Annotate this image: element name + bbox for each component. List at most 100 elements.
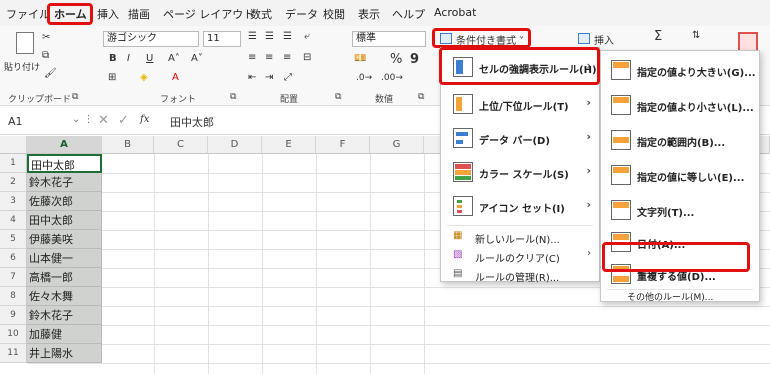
comma-button[interactable]: 9 [410,52,419,67]
row-header[interactable]: 10 [0,325,27,344]
cell[interactable]: 田中太郎 [27,211,102,230]
wrap-text-icon[interactable]: ⤶ [304,31,310,42]
bold-button[interactable]: B [109,53,117,64]
enter-icon[interactable]: ✓ [118,113,129,128]
cell[interactable]: 山本健一 [27,249,102,268]
menu-item-icon-sets[interactable]: アイコン セット(I) › [441,189,599,223]
insert-button[interactable]: 挿入 [594,32,614,47]
dialog-launcher-icon[interactable]: ⧉ [418,92,424,102]
row-header[interactable]: 7 [0,268,27,287]
row-header[interactable]: 1 [0,154,27,173]
menu-item-new-rule[interactable]: ▦ 新しいルール(N)... [441,227,599,247]
copy-icon[interactable]: ⧉ [42,50,49,61]
icon-stripe [457,200,462,203]
row-header[interactable]: 4 [0,211,27,230]
row-header[interactable]: 2 [0,173,27,192]
submenu-item-equal-to[interactable]: 指定の値に等しい(E)... [601,158,759,192]
cell[interactable]: 高橋一郎 [27,268,102,287]
submenu-item-less-than[interactable]: 指定の値より小さい(L)... [601,88,759,122]
column-header[interactable]: D [208,136,262,154]
underline-button[interactable]: U [146,53,153,64]
row-header[interactable]: 8 [0,287,27,306]
dialog-launcher-icon[interactable]: ⧉ [72,92,78,102]
row-header[interactable]: 5 [0,230,27,249]
font-size-select[interactable]: 11 [203,31,241,47]
italic-button[interactable]: I [127,53,130,64]
column-header[interactable]: F [316,136,370,154]
align-left-icon[interactable]: ≡ [248,52,256,63]
column-header[interactable]: E [262,136,316,154]
dialog-launcher-icon[interactable]: ⧉ [230,92,236,102]
submenu-item-more-rules[interactable]: その他のルール(M)... [627,290,713,303]
tab-help[interactable]: ヘルプ [392,6,425,22]
align-bottom-icon[interactable]: ☰ [283,31,292,42]
select-all-corner[interactable] [0,136,27,154]
cell[interactable]: 鈴木花子 [27,173,102,192]
cell[interactable]: 伊藤美咲 [27,230,102,249]
row-header[interactable]: 11 [0,344,27,363]
column-header[interactable]: G [370,136,424,154]
tab-formulas[interactable]: 数式 [250,6,272,22]
menu-item-top-bottom-rules[interactable]: 上位/下位ルール(T) › [441,87,599,121]
fill-color-icon[interactable]: ◈ [140,72,148,83]
cell[interactable]: 佐々木舞 [27,287,102,306]
decrease-indent-icon[interactable]: ⇤ [248,72,256,83]
border-icon[interactable]: ⊞ [108,72,116,83]
menu-item-color-scales[interactable]: カラー スケール(S) › [441,155,599,189]
tab-insert[interactable]: 挿入 [97,6,119,22]
formula-input[interactable]: 田中太郎 [170,114,214,130]
row-header[interactable]: 9 [0,306,27,325]
merge-icon[interactable]: ⊟ [303,52,311,63]
name-box-dropdown-icon[interactable]: ⌄ ⋮ [72,114,94,125]
format-painter-icon[interactable]: 🖌 [44,68,57,79]
align-center-icon[interactable]: ≡ [265,52,273,63]
decrease-font-icon[interactable]: A˅ [191,53,203,64]
cell[interactable]: 井上陽水 [27,344,102,363]
currency-icon[interactable]: 💴 [354,53,366,64]
row-header[interactable]: 6 [0,249,27,268]
submenu-item-greater-than[interactable]: 指定の値より大きい(G)... [601,53,759,87]
name-box[interactable]: A1 [8,115,23,128]
increase-indent-icon[interactable]: ⇥ [265,72,273,83]
align-top-icon[interactable]: ☰ [248,31,257,42]
autosum-icon[interactable]: Σ [654,29,662,44]
font-color-icon[interactable]: A [172,72,179,83]
tab-draw[interactable]: 描画 [128,6,150,22]
increase-decimal-icon[interactable]: .0→ [356,73,372,83]
cell[interactable]: 佐藤次郎 [27,192,102,211]
cut-icon[interactable]: ✂ [42,32,50,43]
menu-item-clear-rules[interactable]: ▧ ルールのクリア(C) › [441,246,599,266]
tab-review[interactable]: 校閲 [323,6,345,22]
column-header[interactable]: A [27,136,102,154]
table-style-icon[interactable] [738,32,758,52]
orientation-icon[interactable]: ⤢ [284,72,292,83]
column-header[interactable]: C [154,136,208,154]
align-right-icon[interactable]: ≡ [283,52,291,63]
column-header[interactable]: B [102,136,154,154]
dialog-launcher-icon[interactable]: ⧉ [335,92,341,102]
align-middle-icon[interactable]: ☰ [265,31,274,42]
submenu-item-between[interactable]: 指定の範囲内(B)... [601,123,759,157]
tab-file[interactable]: ファイル [6,6,50,22]
insert-function-button[interactable]: fx [140,114,149,125]
paste-label[interactable]: 貼り付け [4,60,40,73]
row-header[interactable]: 3 [0,192,27,211]
cell-a1[interactable]: 田中太郎 [27,154,102,173]
number-format-select[interactable]: 標準 [352,31,426,47]
decrease-decimal-icon[interactable]: .00→ [381,73,403,83]
font-name-select[interactable]: 游ゴシック [103,31,199,47]
cell[interactable]: 加藤健 [27,325,102,344]
tab-acrobat[interactable]: Acrobat [434,6,476,19]
tab-page-layout[interactable]: ページ レイアウト [163,6,254,22]
sort-filter-icon[interactable]: ⇅ [692,30,700,41]
percent-button[interactable]: % [390,52,402,67]
cell[interactable]: 鈴木花子 [27,306,102,325]
tab-view[interactable]: 表示 [358,6,380,22]
cancel-icon[interactable]: ✕ [98,113,109,128]
submenu-item-text-contains[interactable]: 文字列(T)... [601,193,759,227]
menu-item-data-bars[interactable]: データ バー(D) › [441,121,599,155]
tab-data[interactable]: データ [285,6,318,22]
menu-item-manage-rules[interactable]: ▤ ルールの管理(R)... [441,265,599,285]
increase-font-icon[interactable]: A˄ [168,53,180,64]
paste-icon[interactable] [16,32,34,54]
